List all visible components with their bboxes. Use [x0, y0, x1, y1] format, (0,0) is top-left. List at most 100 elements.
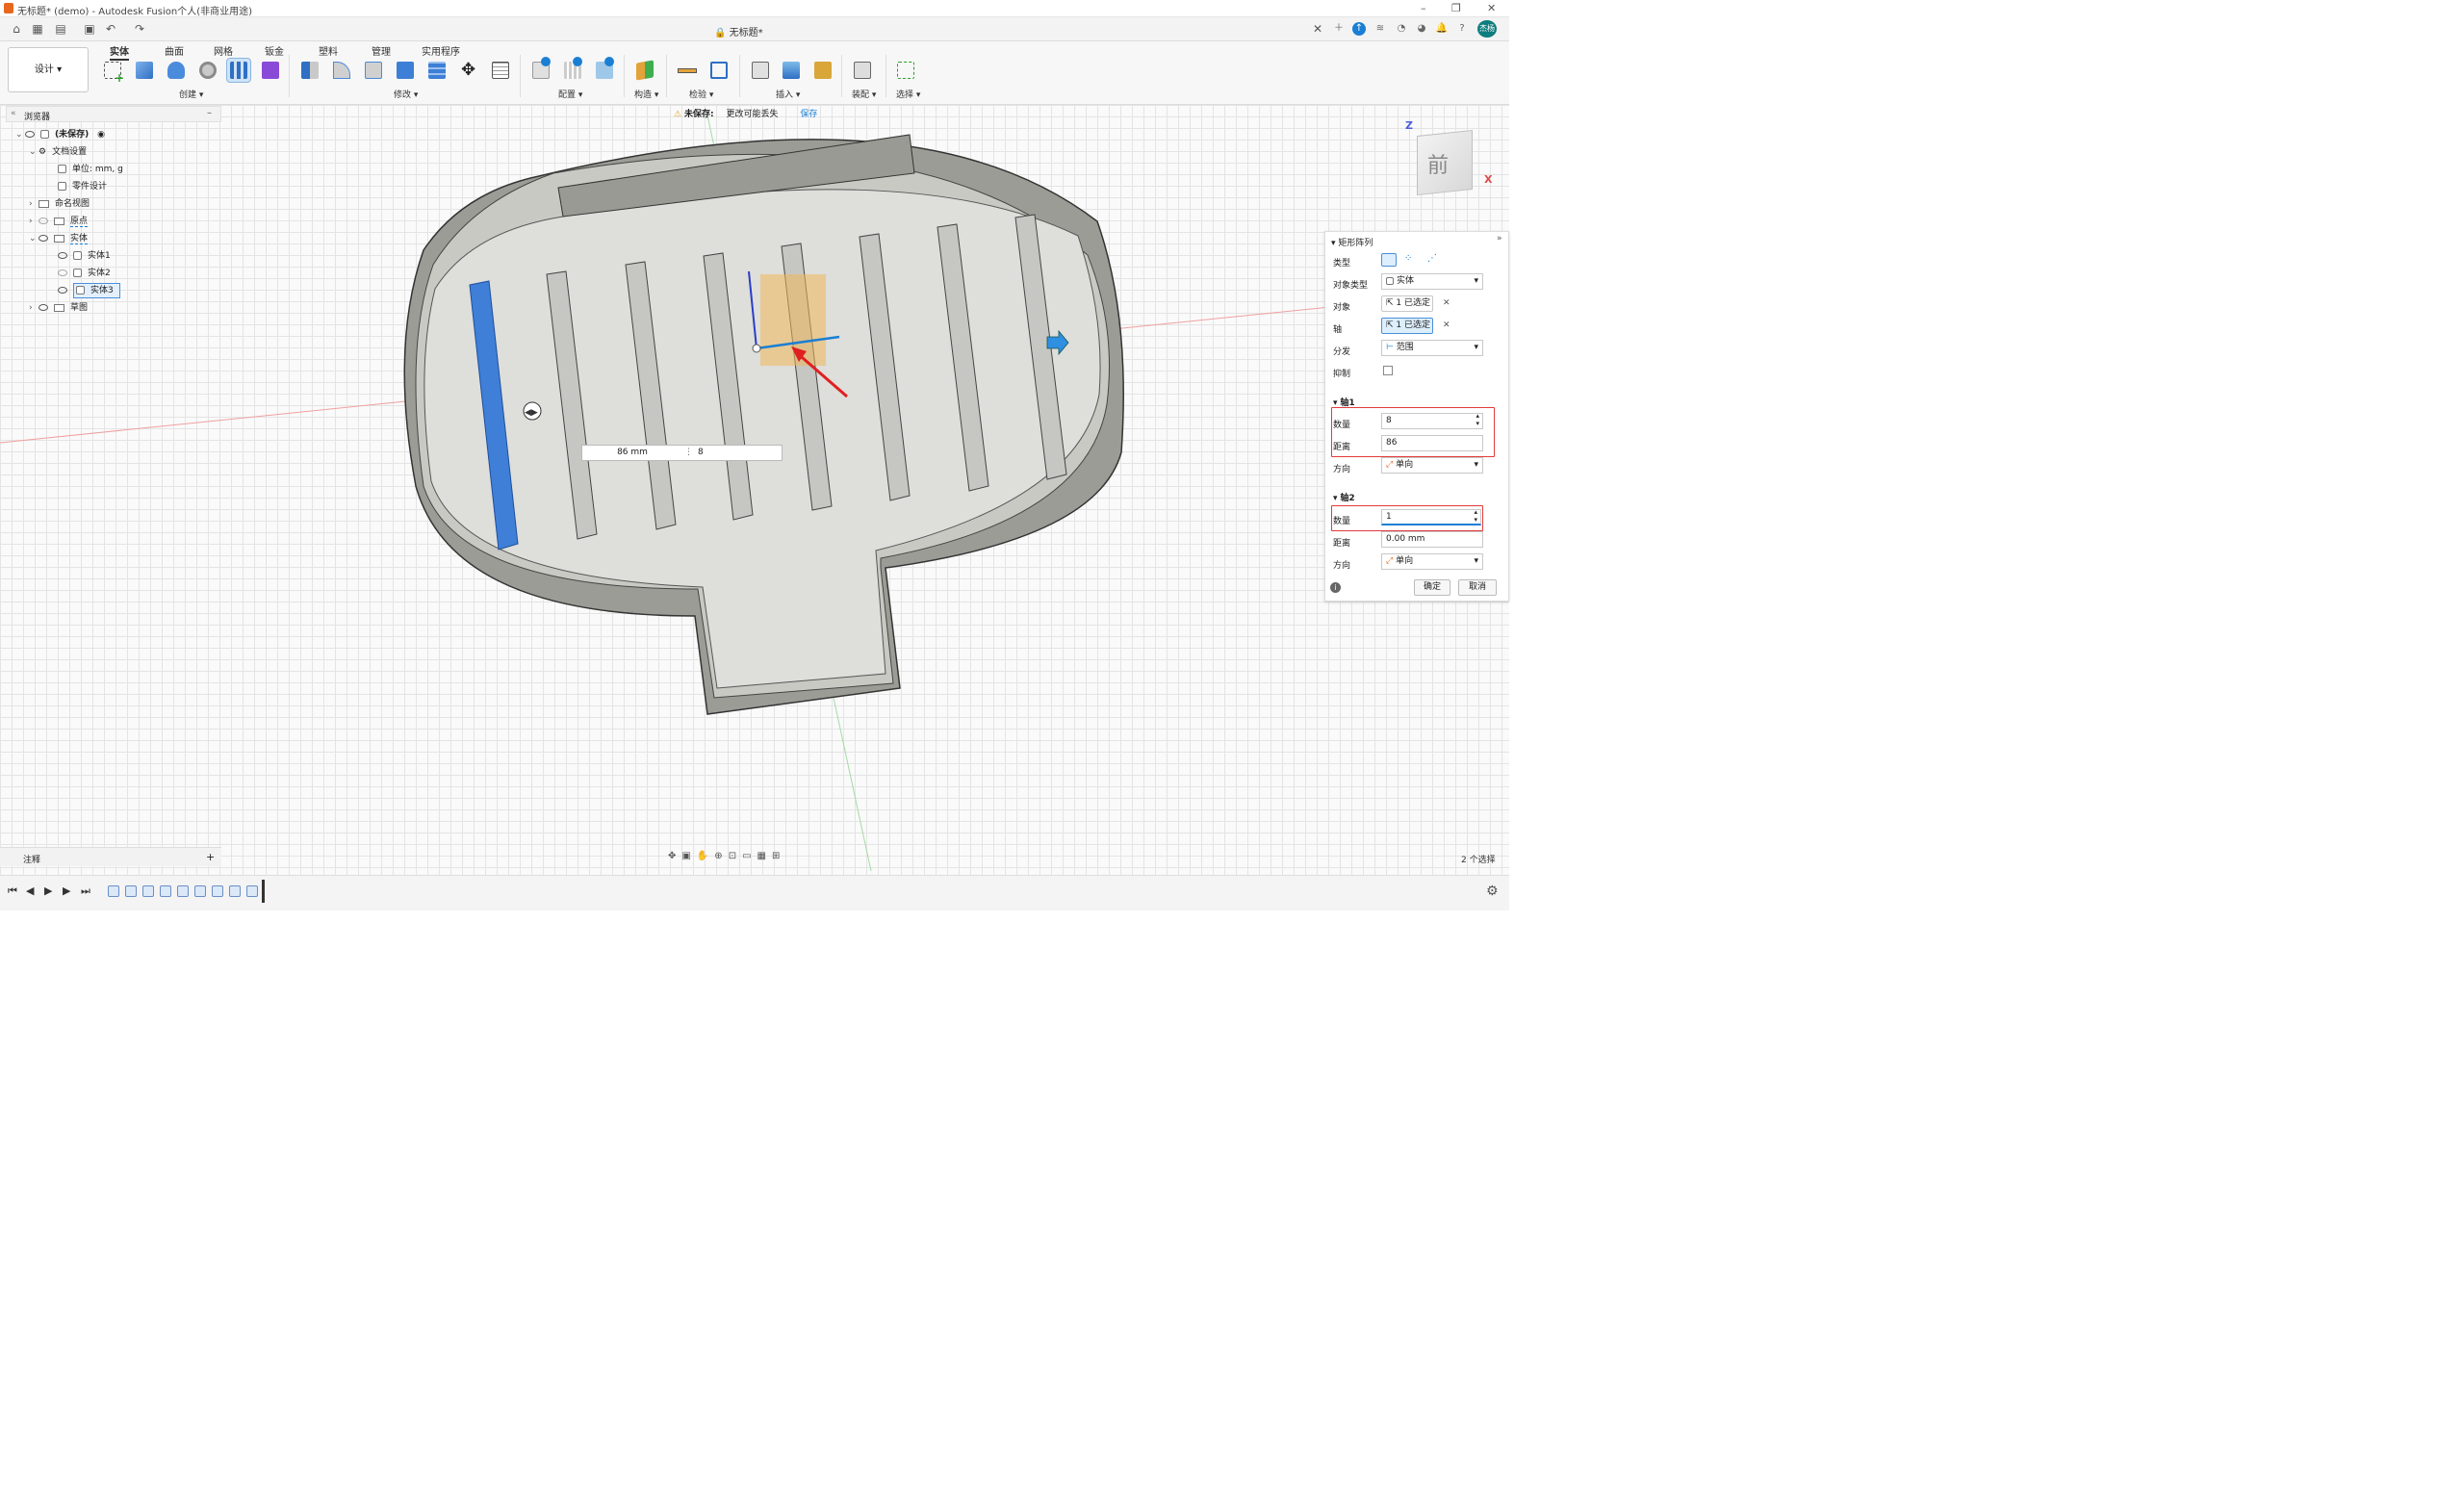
type-path-icon[interactable]: ⋰ [1427, 253, 1437, 264]
document-tab[interactable]: 🔒 无标题* [714, 24, 763, 38]
move-tool[interactable]: ✥ [457, 59, 480, 82]
minimize-button[interactable]: – [1421, 2, 1426, 14]
zoom-icon[interactable]: ⊕ [714, 851, 728, 861]
change-parameters-tool[interactable] [489, 59, 512, 82]
clear-axis-icon[interactable]: ✕ [1443, 320, 1450, 330]
insert-canvas-tool[interactable] [780, 59, 803, 82]
select-window-tool[interactable] [894, 59, 917, 82]
revolve-tool[interactable] [165, 59, 188, 82]
group-modify[interactable]: 修改 ▾ [394, 88, 418, 100]
timeline-play-icon[interactable]: ▶ [44, 885, 56, 897]
learning-icon[interactable]: ◕ [1415, 22, 1428, 36]
tree-node-sketches[interactable]: › 草图 [29, 300, 88, 316]
group-inspect[interactable]: 检验 ▾ [689, 88, 713, 100]
tree-node-part-design[interactable]: 零件设计 [58, 179, 107, 194]
group-select[interactable]: 选择 ▾ [896, 88, 920, 100]
tab-surface[interactable]: 曲面 [165, 43, 184, 58]
online-status-icon[interactable]: ◔ [1395, 22, 1408, 36]
construct-plane-tool[interactable] [633, 59, 656, 82]
configure-tool-1[interactable] [529, 57, 552, 82]
shell-tool[interactable] [394, 59, 417, 82]
section-analysis-tool[interactable] [707, 59, 731, 82]
timeline-end-icon[interactable]: ⏭ [81, 885, 92, 897]
configure-tool-3[interactable] [593, 57, 616, 82]
undo-icon[interactable]: ↶ [104, 23, 117, 35]
pan-hand-icon[interactable]: ✋ [697, 851, 714, 861]
viewports-icon[interactable]: ⊞ [772, 851, 785, 861]
group-create[interactable]: 创建 ▾ [179, 88, 203, 100]
timeline-sketch-item[interactable] [229, 885, 241, 897]
assemble-joint-tool[interactable] [851, 59, 874, 82]
timeline-extrude-item[interactable] [125, 885, 137, 897]
save-link[interactable]: 保存 [800, 110, 817, 119]
group-construct[interactable]: 构造 ▾ [634, 88, 658, 100]
axis1-quantity-input[interactable]: 8 ▴ ▾ [1381, 412, 1483, 429]
objects-selection-button[interactable]: ⇱ 1 已选定 [1381, 295, 1433, 312]
close-window-button[interactable]: ✕ [1487, 2, 1496, 14]
timeline-extrude-item[interactable] [212, 885, 223, 897]
insert-derive-tool[interactable] [749, 59, 772, 82]
timeline-pattern-item[interactable] [246, 885, 258, 897]
configure-tool-2[interactable] [561, 57, 584, 82]
look-at-icon[interactable]: ▣ [681, 851, 696, 861]
chamfer-tool[interactable] [362, 59, 385, 82]
redo-icon[interactable]: ↷ [133, 23, 146, 35]
close-tab-icon[interactable]: ✕ [1311, 23, 1324, 35]
grid-menu-icon[interactable]: ▦ [31, 23, 44, 35]
tab-mesh[interactable]: 网格 [214, 43, 233, 58]
tree-node-root[interactable]: ⌄ (未保存) ◉ [15, 127, 105, 142]
inline-distance-input[interactable]: 86 mm [584, 446, 680, 460]
timeline-feature-item[interactable] [160, 885, 171, 897]
panel-header[interactable]: ▾ 矩形阵列 [1331, 236, 1373, 248]
axis2-distance-input[interactable]: 0.00 mm [1381, 531, 1483, 548]
tab-manage[interactable]: 管理 [372, 43, 391, 58]
job-status-icon[interactable]: ≋ [1373, 22, 1387, 36]
timeline-settings-gear-icon[interactable]: ⚙ [1486, 884, 1499, 899]
combine-tool[interactable] [425, 59, 449, 82]
axis-selection-button[interactable]: ⇱ 1 已选定 [1381, 318, 1433, 334]
axis2-section-header[interactable]: ▾ 轴2 [1333, 491, 1355, 503]
clear-objects-icon[interactable]: ✕ [1443, 298, 1450, 308]
inline-count-input[interactable]: 8 [698, 446, 775, 460]
save-icon[interactable]: ▣ [83, 23, 96, 35]
tree-node-bodies[interactable]: ⌄ 实体 [29, 231, 89, 246]
cancel-button[interactable]: 取消 [1458, 579, 1497, 596]
info-icon[interactable]: i [1330, 582, 1341, 593]
tab-sheet-metal[interactable]: 钣金 [265, 43, 284, 58]
timeline-feature-item[interactable] [142, 885, 154, 897]
create-sketch-tool[interactable]: + [101, 59, 124, 85]
object-type-select[interactable]: 实体 ▾ [1381, 273, 1483, 290]
tree-node-body3[interactable]: 实体3 [58, 283, 120, 298]
display-settings-icon[interactable]: ▭ [742, 851, 757, 861]
tab-utilities[interactable]: 实用程序 [422, 43, 460, 58]
collapse-panel-icon[interactable]: « [11, 109, 16, 118]
timeline-feature-item[interactable] [177, 885, 189, 897]
grid-settings-icon[interactable]: ▦ [757, 851, 772, 861]
timeline-sketch-item[interactable] [108, 885, 119, 897]
3d-viewport[interactable]: ◀▶ [0, 105, 1509, 875]
group-assemble[interactable]: 装配 ▾ [852, 88, 876, 100]
tree-node-units[interactable]: 单位: mm, g [58, 162, 123, 177]
group-configure[interactable]: 配置 ▾ [558, 88, 582, 100]
file-icon[interactable]: ▤ [54, 23, 67, 35]
press-pull-tool[interactable] [298, 59, 321, 82]
type-circular-icon[interactable]: ⁘ [1404, 253, 1412, 264]
orbit-icon[interactable]: ✥ [668, 851, 681, 861]
fillet-tool[interactable] [330, 59, 353, 82]
new-tab-icon[interactable]: ＋ [1332, 22, 1346, 36]
extensions-icon[interactable]: ↑ [1352, 22, 1366, 36]
create-form-tool[interactable] [259, 59, 282, 82]
axis2-quantity-input[interactable]: 1 ▴ ▾ [1381, 508, 1481, 525]
minimize-browser-icon[interactable]: – [207, 108, 212, 118]
timeline-marker[interactable] [262, 880, 265, 903]
extrude-tool[interactable] [133, 59, 156, 82]
home-icon[interactable]: ⌂ [10, 23, 23, 35]
timeline-next-icon[interactable]: ▶ [63, 885, 74, 897]
tree-node-origin[interactable]: › 原点 [29, 214, 89, 229]
fit-icon[interactable]: ⊡ [729, 851, 742, 861]
view-cube[interactable]: 前 Z X [1403, 117, 1500, 214]
timeline-sketch-item[interactable] [194, 885, 206, 897]
model-canvas[interactable]: ◀▶ [0, 105, 1509, 875]
add-comment-icon[interactable]: + [206, 851, 215, 863]
tree-node-named-views[interactable]: › 命名视图 [29, 196, 90, 212]
